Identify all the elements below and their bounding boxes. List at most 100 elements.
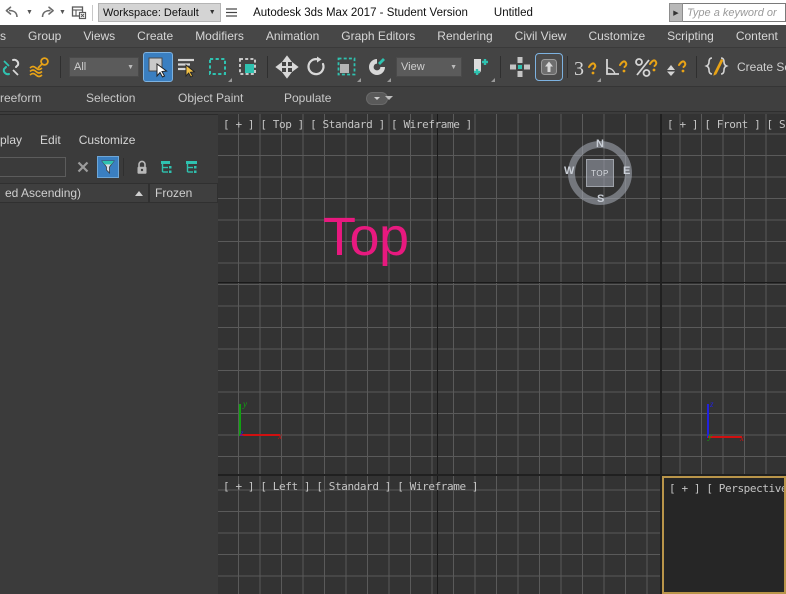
viewport-front-label[interactable]: [ + ] [ Front ] [ Standard ] xyxy=(667,118,786,131)
flyout-indicator-icon xyxy=(491,78,495,82)
chevron-down-icon: ▼ xyxy=(450,63,457,71)
viewcube-top[interactable]: TOP N S W E xyxy=(564,138,632,205)
redo-dropdown[interactable]: ▼ xyxy=(57,1,68,24)
snaps-toggle-icon xyxy=(541,59,557,75)
viewcube-face[interactable]: TOP xyxy=(586,159,614,187)
snaps-toggle-button[interactable] xyxy=(535,53,563,81)
menu-animation[interactable]: Animation xyxy=(255,25,330,47)
window-crossing-button[interactable] xyxy=(233,51,263,83)
application-title: Autodesk 3ds Max 2017 - Student Version xyxy=(253,6,468,19)
select-and-place-button[interactable] xyxy=(362,51,392,83)
viewport-top-label[interactable]: [ + ] [ Top ] [ Standard ] [ Wireframe ] xyxy=(223,118,472,131)
compass-south-label[interactable]: S xyxy=(597,193,604,205)
create-selection-set-label[interactable]: Create Se xyxy=(737,60,786,74)
use-center-flyout-button[interactable] xyxy=(466,51,496,83)
menu-civil-view[interactable]: Civil View xyxy=(504,25,578,47)
toolbar-divider xyxy=(500,56,501,78)
menu-create[interactable]: Create xyxy=(126,25,184,47)
viewport-divider-horizontal[interactable] xyxy=(218,474,786,476)
funnel-filter-icon xyxy=(101,160,115,174)
viewport-perspective-label[interactable]: [ + ] [ Perspective ] [ Stan xyxy=(669,482,784,495)
ribbon-label-selection[interactable]: Selection xyxy=(86,91,135,105)
compass-north-label[interactable]: N xyxy=(596,138,604,150)
ribbon-label-freeform[interactable]: reeform xyxy=(0,91,41,105)
viewport-top[interactable]: [ + ] [ Top ] [ Standard ] [ Wireframe ]… xyxy=(218,114,660,474)
select-and-rotate-button[interactable] xyxy=(302,51,332,83)
menu-content[interactable]: Content xyxy=(725,25,786,47)
toolbar-divider xyxy=(267,56,268,78)
scene-explorer-lock-button[interactable] xyxy=(131,156,153,178)
select-by-name-button[interactable] xyxy=(173,51,203,83)
menu-group[interactable]: Group xyxy=(17,25,72,47)
axis-z-label: z xyxy=(240,428,244,438)
menu-customize[interactable]: Customize xyxy=(577,25,656,47)
select-and-manipulate-button[interactable] xyxy=(505,51,535,83)
redo-button[interactable] xyxy=(35,1,57,24)
viewport-front[interactable]: [ + ] [ Front ] [ Standard ] z x y xyxy=(662,114,786,474)
scene-explorer-filter-button[interactable] xyxy=(97,156,119,178)
bind-to-space-warp-button[interactable] xyxy=(26,51,56,83)
named-selection-sets-button[interactable] xyxy=(701,51,731,83)
selection-filter-combo[interactable]: All ▼ xyxy=(69,57,139,77)
ribbon-label-object-paint[interactable]: Object Paint xyxy=(178,91,243,105)
axis-x-label: x xyxy=(740,433,744,443)
undo-dropdown[interactable]: ▼ xyxy=(24,1,35,24)
workspace-selector[interactable]: Workspace: Default ▼ xyxy=(98,3,221,22)
viewport-left-label[interactable]: [ + ] [ Left ] [ Standard ] [ Wireframe … xyxy=(223,480,479,493)
menu-tools-clipped[interactable]: s xyxy=(0,25,17,47)
undo-arrow-icon xyxy=(5,5,18,17)
scene-explorer-menu-bar: play Edit Customize xyxy=(0,129,218,151)
project-folder-button[interactable] xyxy=(68,1,90,24)
search-input[interactable]: Type a keyword or xyxy=(683,3,786,22)
select-and-scale-button[interactable] xyxy=(332,51,362,83)
select-object-icon xyxy=(148,57,168,78)
percent-snap-toggle-button[interactable] xyxy=(632,51,662,83)
menu-rendering[interactable]: Rendering xyxy=(426,25,503,47)
scene-explorer-collapse-all-button[interactable] xyxy=(181,156,203,178)
scene-explorer-search-input[interactable] xyxy=(0,157,66,177)
scene-explorer-list[interactable] xyxy=(0,203,218,594)
rectangular-selection-region-button[interactable] xyxy=(203,51,233,83)
select-object-button[interactable] xyxy=(143,52,173,82)
unlink-selection-button[interactable] xyxy=(0,51,26,83)
menu-scripting[interactable]: Scripting xyxy=(656,25,725,47)
viewport-left[interactable]: [ + ] [ Left ] [ Standard ] [ Wireframe … xyxy=(218,476,660,594)
menu-views[interactable]: Views xyxy=(72,25,126,47)
rectangular-selection-region-icon xyxy=(209,58,226,75)
undo-button[interactable] xyxy=(2,1,24,24)
viewport-perspective[interactable]: [ + ] [ Perspective ] [ Stan xyxy=(662,476,786,594)
infocenter-search[interactable]: ▶ Type a keyword or xyxy=(669,3,786,22)
menu-modifiers[interactable]: Modifiers xyxy=(184,25,255,47)
workspace-menu-button[interactable] xyxy=(224,3,240,22)
ribbon-label-populate[interactable]: Populate xyxy=(284,91,331,105)
scene-explorer-column-name[interactable]: ed Ascending) xyxy=(0,183,149,203)
scene-explorer-clear-search-button[interactable] xyxy=(72,156,94,178)
snaps-3d-toggle-button[interactable]: 3 xyxy=(572,51,602,83)
main-toolbar: All ▼ View ▼ 3 Create Se xyxy=(0,47,786,86)
scene-explorer-column-headers: ed Ascending) Frozen xyxy=(0,183,218,203)
spinner-snap-toggle-button[interactable] xyxy=(662,51,692,83)
menu-graph-editors[interactable]: Graph Editors xyxy=(330,25,426,47)
document-title: Untitled xyxy=(493,6,533,19)
scene-explorer-menu-customize[interactable]: Customize xyxy=(70,129,145,151)
snaps-3d-toggle-icon: 3 xyxy=(574,58,597,78)
scene-explorer-menu-display[interactable]: play xyxy=(0,129,31,151)
hamburger-menu-icon xyxy=(226,8,238,17)
close-x-icon xyxy=(77,161,89,173)
chevron-down-icon[interactable] xyxy=(385,96,393,100)
reference-coordinate-system-combo[interactable]: View ▼ xyxy=(396,57,462,77)
viewport-divider-vertical[interactable] xyxy=(660,114,662,594)
scene-explorer-menu-edit[interactable]: Edit xyxy=(31,129,70,151)
select-and-place-icon xyxy=(369,58,385,75)
axis-z-label: z xyxy=(710,399,714,409)
angle-snap-toggle-button[interactable] xyxy=(602,51,632,83)
reference-coord-value: View xyxy=(401,61,425,73)
compass-east-label[interactable]: E xyxy=(623,165,630,177)
scene-explorer-expand-all-button[interactable] xyxy=(156,156,178,178)
compass-west-label[interactable]: W xyxy=(564,165,574,177)
flyout-indicator-icon xyxy=(387,78,391,82)
ribbon-panel-labels-row: reeform Selection Object Paint Populate xyxy=(0,86,786,112)
select-and-move-button[interactable] xyxy=(272,51,302,83)
scene-explorer-column-frozen[interactable]: Frozen xyxy=(149,183,218,203)
chevron-right-icon[interactable]: ▶ xyxy=(669,3,683,22)
